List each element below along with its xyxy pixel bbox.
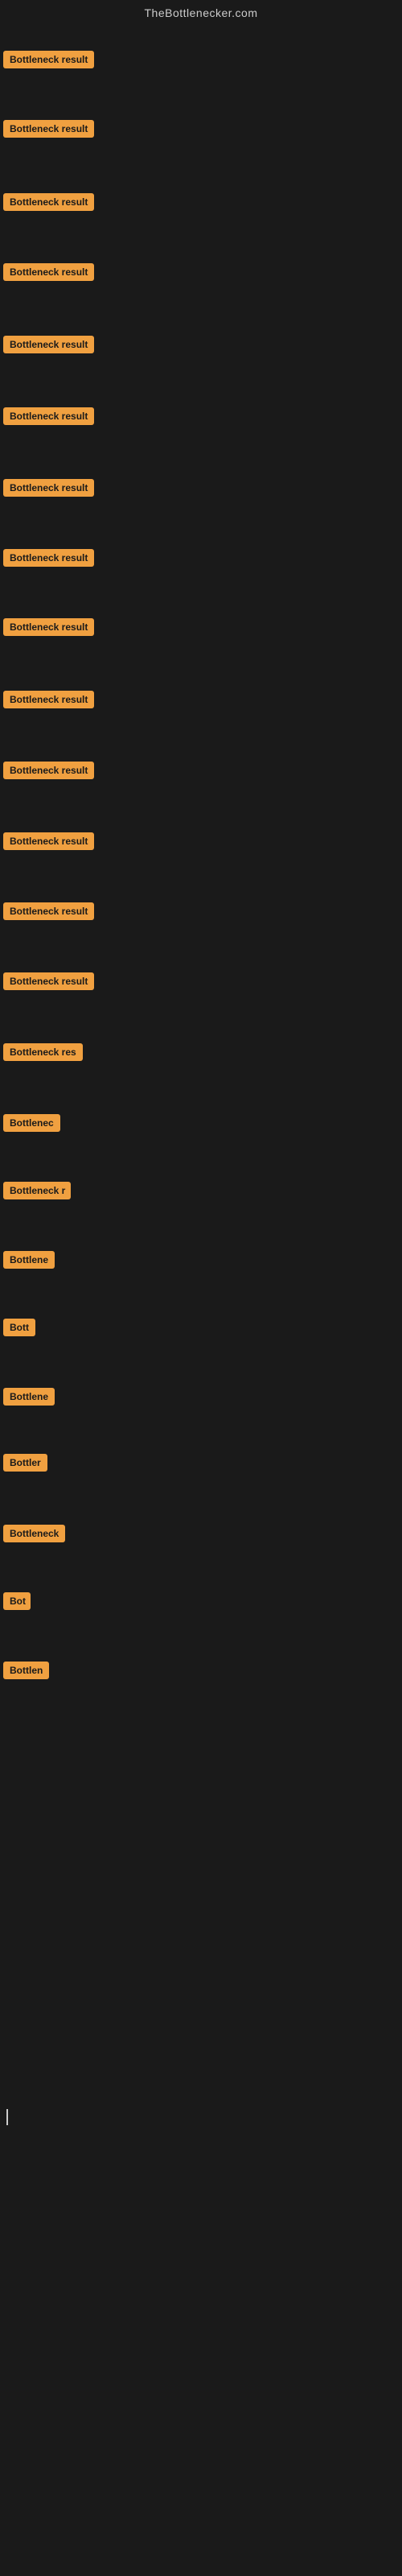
items-container	[0, 23, 402, 29]
list-item: Bottleneck result	[0, 898, 97, 929]
bottleneck-badge[interactable]: Bottleneck res	[3, 1043, 83, 1061]
bottleneck-badge[interactable]: Bottleneck result	[3, 479, 94, 497]
bottleneck-badge[interactable]: Bottleneck result	[3, 832, 94, 850]
bottleneck-badge[interactable]: Bottleneck r	[3, 1182, 71, 1199]
list-item: Bottleneck result	[0, 686, 97, 717]
list-item: Bottler	[0, 1449, 51, 1480]
list-item: Bottleneck r	[0, 1177, 74, 1208]
bottleneck-badge[interactable]: Bottleneck result	[3, 336, 94, 353]
bottleneck-badge[interactable]: Bottlen	[3, 1662, 49, 1679]
list-item: Bottleneck result	[0, 331, 97, 362]
bottleneck-badge[interactable]: Bott	[3, 1319, 35, 1336]
bottleneck-badge[interactable]: Bottleneck result	[3, 120, 94, 138]
bottleneck-badge[interactable]: Bottleneck result	[3, 51, 94, 68]
list-item: Bottleneck result	[0, 757, 97, 788]
list-item: Bottleneck result	[0, 828, 97, 859]
list-item: Bottleneck result	[0, 46, 97, 77]
list-item: Bottleneck result	[0, 613, 97, 645]
list-item: Bot	[0, 1587, 34, 1619]
list-item: Bottlen	[0, 1657, 52, 1688]
bottleneck-badge[interactable]: Bottleneck result	[3, 407, 94, 425]
list-item: Bottleneck result	[0, 544, 97, 576]
list-item: Bott	[0, 1314, 39, 1345]
bottleneck-badge[interactable]: Bottlene	[3, 1251, 55, 1269]
site-header: TheBottlenecker.com	[0, 0, 402, 23]
bottleneck-badge[interactable]: Bottler	[3, 1454, 47, 1472]
list-item: Bottleneck	[0, 1520, 68, 1551]
bottleneck-badge[interactable]: Bottleneck result	[3, 263, 94, 281]
bottleneck-badge[interactable]: Bottleneck result	[3, 691, 94, 708]
list-item: Bottleneck res	[0, 1038, 86, 1070]
bottleneck-badge[interactable]: Bottleneck result	[3, 762, 94, 779]
bottleneck-badge[interactable]: Bottleneck result	[3, 193, 94, 211]
list-item: Bottleneck result	[0, 188, 97, 220]
list-item: Bottleneck result	[0, 258, 97, 290]
bottleneck-badge[interactable]: Bottlenec	[3, 1114, 60, 1132]
bottleneck-badge[interactable]: Bottleneck result	[3, 972, 94, 990]
bottleneck-badge[interactable]: Bottlene	[3, 1388, 55, 1406]
bottleneck-badge[interactable]: Bottleneck result	[3, 549, 94, 567]
bottleneck-badge[interactable]: Bottleneck result	[3, 618, 94, 636]
list-item: Bottlenec	[0, 1109, 64, 1141]
bottleneck-badge[interactable]: Bottleneck	[3, 1525, 65, 1542]
bottleneck-badge[interactable]: Bot	[3, 1592, 31, 1610]
list-item: Bottlene	[0, 1246, 58, 1278]
cursor	[6, 2109, 8, 2125]
list-item: Bottleneck result	[0, 115, 97, 147]
list-item: Bottleneck result	[0, 402, 97, 434]
list-item: Bottlene	[0, 1383, 58, 1414]
list-item: Bottleneck result	[0, 968, 97, 999]
list-item: Bottleneck result	[0, 474, 97, 506]
site-title: TheBottlenecker.com	[0, 0, 402, 23]
bottleneck-badge[interactable]: Bottleneck result	[3, 902, 94, 920]
